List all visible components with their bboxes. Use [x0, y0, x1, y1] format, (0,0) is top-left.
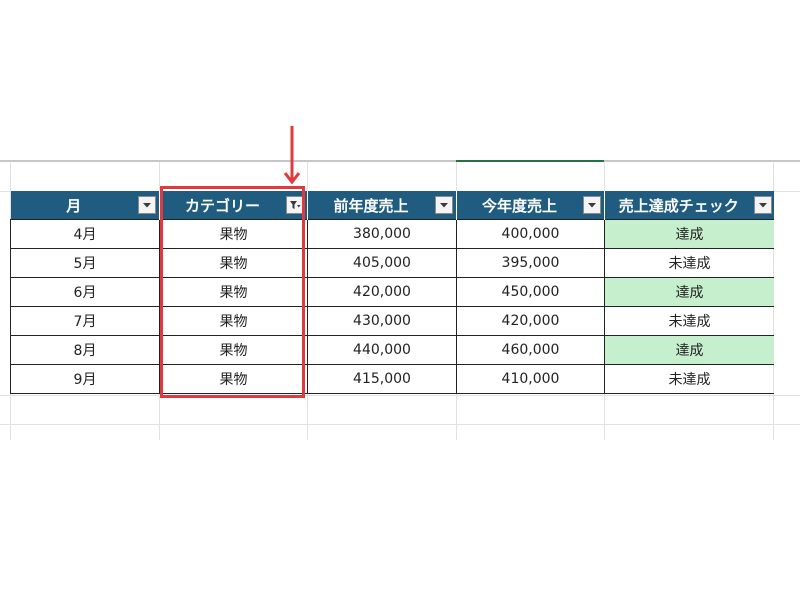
sales-table: 月カテゴリー 前年度売上 今年度売上 売上達成チェック 4月 果物 380,000 400,…: [10, 191, 774, 394]
cell-category[interactable]: 果物: [159, 335, 308, 365]
column-header-category[interactable]: カテゴリー: [159, 191, 308, 220]
cell-category[interactable]: 果物: [159, 277, 308, 307]
column-header-month[interactable]: 月: [10, 191, 160, 220]
active-column-indicator: [456, 160, 604, 162]
cell-sales-check[interactable]: 達成: [604, 277, 774, 307]
column-header-label: 前年度売上: [333, 196, 409, 215]
cell-category[interactable]: 果物: [159, 248, 308, 278]
column-header-label: カテゴリー: [184, 196, 260, 215]
column-header-border: [0, 160, 800, 162]
cell-curr-sales[interactable]: 410,000: [456, 364, 605, 394]
cell-month[interactable]: 7月: [10, 306, 160, 336]
cell-category[interactable]: 果物: [159, 364, 308, 394]
spreadsheet-screenshot: 月カテゴリー 前年度売上 今年度売上 売上達成チェック 4月 果物 380,000 400,…: [0, 0, 800, 600]
cell-sales-check[interactable]: 未達成: [604, 364, 774, 394]
table-body: 4月 果物 380,000 400,000 達成 5月 果物 405,000 395,000 未達…: [10, 219, 774, 394]
dropdown-arrow-icon: [758, 203, 767, 208]
filter-dropdown-button[interactable]: [753, 196, 772, 214]
cell-prev-sales[interactable]: 405,000: [307, 248, 457, 278]
cell-prev-sales[interactable]: 415,000: [307, 364, 457, 394]
gridline: [0, 395, 800, 396]
column-header-label: 月: [66, 196, 82, 215]
column-header-label: 売上達成チェック: [618, 196, 739, 215]
gridline: [0, 424, 800, 425]
cell-curr-sales[interactable]: 420,000: [456, 306, 605, 336]
dropdown-arrow-icon: [588, 203, 596, 208]
table-row: 9月 果物 415,000 410,000 未達成: [10, 364, 774, 394]
column-header-curr-sales[interactable]: 今年度売上: [456, 191, 605, 220]
cell-prev-sales[interactable]: 430,000: [307, 306, 457, 336]
cell-category[interactable]: 果物: [159, 219, 308, 249]
table-row: 7月 果物 430,000 420,000 未達成: [10, 306, 774, 336]
cell-month[interactable]: 5月: [10, 248, 160, 278]
cell-curr-sales[interactable]: 400,000: [456, 219, 605, 249]
cell-prev-sales[interactable]: 420,000: [307, 277, 457, 307]
filter-applied-button[interactable]: [286, 196, 304, 214]
table-row: 4月 果物 380,000 400,000 達成: [10, 219, 774, 249]
cell-prev-sales[interactable]: 440,000: [307, 335, 457, 365]
filter-dropdown-button[interactable]: [435, 196, 453, 214]
dropdown-arrow-icon: [440, 203, 448, 208]
cell-category[interactable]: 果物: [159, 306, 308, 336]
column-header-label: 今年度売上: [481, 196, 557, 215]
filter-dropdown-button[interactable]: [583, 196, 601, 214]
cell-month[interactable]: 6月: [10, 277, 160, 307]
cell-curr-sales[interactable]: 395,000: [456, 248, 605, 278]
cell-month[interactable]: 9月: [10, 364, 160, 394]
cell-sales-check[interactable]: 達成: [604, 335, 774, 365]
table-row: 5月 果物 405,000 395,000 未達成: [10, 248, 774, 278]
cell-sales-check[interactable]: 未達成: [604, 306, 774, 336]
table-row: 8月 果物 440,000 460,000 達成: [10, 335, 774, 365]
cell-prev-sales[interactable]: 380,000: [307, 219, 457, 249]
filter-dropdown-button[interactable]: [138, 196, 156, 214]
cell-month[interactable]: 4月: [10, 219, 160, 249]
column-header-prev-sales[interactable]: 前年度売上: [307, 191, 457, 220]
header-row: 月 カテゴリー 前年度売上 今年度売上 売上達成チェック: [10, 191, 774, 220]
cell-sales-check[interactable]: 達成: [604, 219, 774, 249]
cell-sales-check[interactable]: 未達成: [604, 248, 774, 278]
cell-month[interactable]: 8月: [10, 335, 160, 365]
dropdown-arrow-icon: [143, 203, 151, 208]
cell-curr-sales[interactable]: 450,000: [456, 277, 605, 307]
cell-curr-sales[interactable]: 460,000: [456, 335, 605, 365]
column-header-sales-check[interactable]: 売上達成チェック: [604, 191, 774, 220]
filter-funnel-icon: [290, 201, 301, 209]
table-row: 6月 果物 420,000 450,000 達成: [10, 277, 774, 307]
